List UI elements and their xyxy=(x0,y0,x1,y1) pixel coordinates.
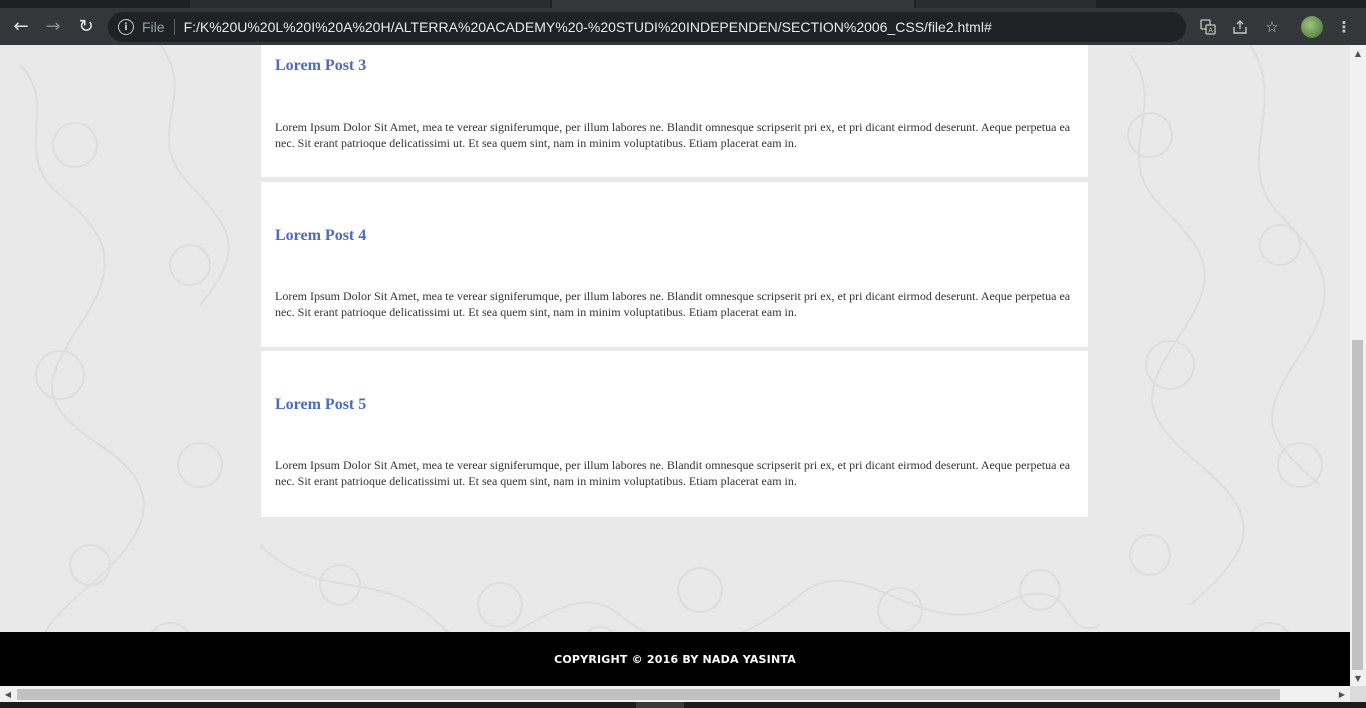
forward-arrow-icon[interactable]: → xyxy=(37,10,69,42)
post-body: Lorem Ipsum Dolor Sit Amet, mea te verea… xyxy=(275,458,1071,488)
browser-toolbar: ← → ↻ i File F:/K%20U%20L%20I%20A%20H/AL… xyxy=(0,8,1366,45)
horizontal-scroll-thumb[interactable] xyxy=(17,689,1280,700)
share-icon[interactable] xyxy=(1229,16,1251,38)
post-title[interactable]: Lorem Post 4 xyxy=(275,227,366,245)
svg-text:A: A xyxy=(1208,27,1213,35)
post-card: Lorem Post 4 Lorem Ipsum Dolor Sit Amet,… xyxy=(261,182,1088,347)
vertical-scrollbar[interactable]: ▲ ▼ xyxy=(1350,45,1366,686)
profile-avatar[interactable] xyxy=(1301,16,1323,38)
post-card: Lorem Post 5 Lorem Ipsum Dolor Sit Amet,… xyxy=(261,351,1088,517)
scroll-up-arrow-icon[interactable]: ▲ xyxy=(1350,45,1366,61)
scroll-right-arrow-icon[interactable]: ▶ xyxy=(1334,686,1350,702)
post-body: Lorem Ipsum Dolor Sit Amet, mea te verea… xyxy=(275,289,1071,319)
post-title[interactable]: Lorem Post 5 xyxy=(275,396,366,414)
post-card: Lorem Post 3 Lorem Ipsum Dolor Sit Amet,… xyxy=(261,45,1088,177)
browser-tab-active[interactable] xyxy=(552,0,914,8)
taskbar-item[interactable] xyxy=(636,702,684,708)
translate-icon[interactable]: A xyxy=(1197,16,1219,38)
post-title[interactable]: Lorem Post 3 xyxy=(275,57,366,75)
page-viewport: Lorem Post 3 Lorem Ipsum Dolor Sit Amet,… xyxy=(0,45,1350,686)
page-footer: COPYRIGHT © 2016 BY NADA YASINTA xyxy=(0,632,1350,686)
taskbar-edge xyxy=(0,702,1366,708)
reload-icon[interactable]: ↻ xyxy=(70,10,102,42)
scroll-left-arrow-icon[interactable]: ◀ xyxy=(0,686,16,702)
post-body: Lorem Ipsum Dolor Sit Amet, mea te verea… xyxy=(275,120,1071,150)
scroll-down-arrow-icon[interactable]: ▼ xyxy=(1350,670,1366,686)
site-info-icon[interactable]: i xyxy=(118,19,134,35)
omnibox-divider xyxy=(173,19,175,35)
copyright-text: COPYRIGHT © 2016 BY NADA YASINTA xyxy=(554,652,796,666)
bookmark-star-icon[interactable]: ☆ xyxy=(1261,16,1283,38)
scrollbar-corner xyxy=(1350,686,1366,702)
url-scheme-label: File xyxy=(142,19,165,35)
horizontal-scrollbar[interactable]: ◀ ▶ xyxy=(0,686,1350,702)
tab-strip xyxy=(0,0,1366,8)
url-text[interactable]: F:/K%20U%20L%20I%20A%20H/ALTERRA%20ACADE… xyxy=(184,19,992,35)
back-arrow-icon[interactable]: ← xyxy=(5,10,37,42)
address-bar[interactable]: i File F:/K%20U%20L%20I%20A%20H/ALTERRA%… xyxy=(108,12,1186,42)
vertical-scroll-thumb[interactable] xyxy=(1352,340,1363,670)
browser-tab[interactable] xyxy=(190,0,550,8)
menu-kebab-icon[interactable]: ⋮ xyxy=(1333,16,1355,38)
browser-tab[interactable] xyxy=(916,0,1096,8)
